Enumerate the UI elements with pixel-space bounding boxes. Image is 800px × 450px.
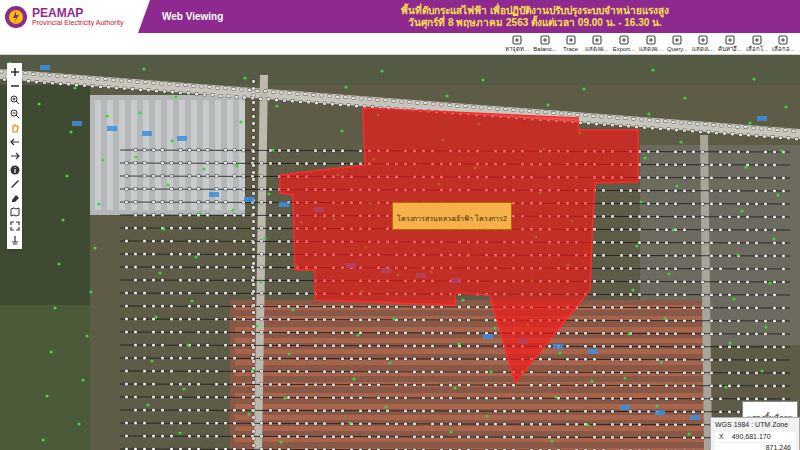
org-name: Provincial Electricity Authority: [32, 19, 123, 26]
map-tools: [7, 63, 22, 249]
coordinate-system: WGS 1984 : UTM Zone: [715, 420, 795, 431]
tool-icon: [752, 35, 762, 45]
title-line: วันศุกร์ที่ 8 พฤษภาคม 2563 ตั้งแต่เวลา 0…: [408, 17, 662, 29]
zoom-box-out-icon[interactable]: [10, 109, 20, 119]
toolbar-button[interactable]: Export...: [612, 35, 636, 53]
toolbar-button[interactable]: ค้นหาอี...: [717, 35, 743, 53]
header: PEAMAP Provincial Electricity Authority …: [0, 0, 800, 33]
outage-title: พื้นที่ดับกระแสไฟฟ้า เพื่อปฏิบัติงานปรับ…: [270, 0, 800, 33]
tool-icon: [566, 35, 576, 45]
tool-icon: [619, 35, 629, 45]
toolbar-label: เลือกอ...: [772, 45, 795, 53]
outage-area[interactable]: [280, 108, 638, 383]
toolbar-button[interactable]: แสดงผ...: [638, 35, 664, 53]
coordinate-box: WGS 1984 : UTM Zone X 490,681.170 871,24…: [710, 417, 800, 450]
x-label: X: [719, 432, 724, 443]
toolbar-label: ค้นหาอี...: [718, 45, 742, 53]
toolbar-label: Balanc...: [533, 45, 556, 53]
toolbar-label: แสดงผ...: [585, 45, 609, 53]
info-icon[interactable]: [10, 165, 20, 175]
fullscreen-icon[interactable]: [10, 221, 20, 231]
tool-icon: [778, 35, 788, 45]
zoom-out-icon[interactable]: [10, 81, 20, 91]
toolbar-button[interactable]: แสดงเ...: [691, 35, 715, 53]
forward-arrow-icon[interactable]: [10, 151, 20, 161]
toolbar-button[interactable]: เลือกโ...: [745, 35, 769, 53]
eraser-icon[interactable]: [10, 193, 20, 203]
toolbar-label: เลือกโ...: [746, 45, 768, 53]
tool-icon: [672, 35, 682, 45]
toolbar: หาจุดท... Balanc... Trace แสดงผ... Export...…: [0, 33, 800, 55]
area-label-text: โครงการสวนหลวงเจ้าฟ้า โครงการ2: [397, 215, 507, 222]
toolbar-label: แสดงเ...: [692, 45, 714, 53]
logo[interactable]: PEAMAP Provincial Electricity Authority: [0, 0, 150, 33]
map-book-icon[interactable]: [10, 207, 20, 217]
pin-icon[interactable]: [10, 235, 20, 245]
toolbar-label: Trace: [563, 45, 578, 53]
zoom-in-icon[interactable]: [10, 67, 20, 77]
area-label: โครงการสวนหลวงเจ้าฟ้า โครงการ2: [392, 202, 512, 230]
toolbar-button[interactable]: Balanc...: [532, 35, 557, 53]
tool-icon: [592, 35, 602, 45]
toolbar-label: แสดงผ...: [639, 45, 663, 53]
toolbar-button[interactable]: แสดงผ...: [584, 35, 610, 53]
toolbar-label: Query...: [667, 45, 688, 53]
tool-icon: [698, 35, 708, 45]
toolbar-button[interactable]: หาจุดท...: [504, 35, 530, 53]
ruler-icon[interactable]: [10, 179, 20, 189]
pan-hand-icon[interactable]: [10, 123, 20, 133]
toolbar-label: Export...: [613, 45, 635, 53]
y-value: 871,246: [766, 443, 791, 450]
tool-icon: [646, 35, 656, 45]
tool-icon: [540, 35, 550, 45]
logo-text: PEAMAP: [32, 7, 123, 19]
map-canvas[interactable]: [0, 55, 800, 450]
pea-emblem-icon: [4, 5, 28, 29]
map[interactable]: โครงการสวนหลวงเจ้าฟ้า โครงการ2 แสดงพื้นท…: [0, 55, 800, 450]
zoom-box-in-icon[interactable]: [10, 95, 20, 105]
tool-icon: [725, 35, 735, 45]
tool-icon: [512, 35, 522, 45]
back-arrow-icon[interactable]: [10, 137, 20, 147]
title-line: พื้นที่ดับกระแสไฟฟ้า เพื่อปฏิบัติงานปรับ…: [401, 5, 669, 17]
toolbar-label: หาจุดท...: [505, 45, 529, 53]
x-value: 490,681.170: [732, 432, 771, 443]
toolbar-button[interactable]: เลือกอ...: [771, 35, 796, 53]
toolbar-button[interactable]: Trace: [560, 35, 582, 53]
toolbar-button[interactable]: Query...: [666, 35, 689, 53]
app-name: Web Viewing: [162, 9, 223, 24]
